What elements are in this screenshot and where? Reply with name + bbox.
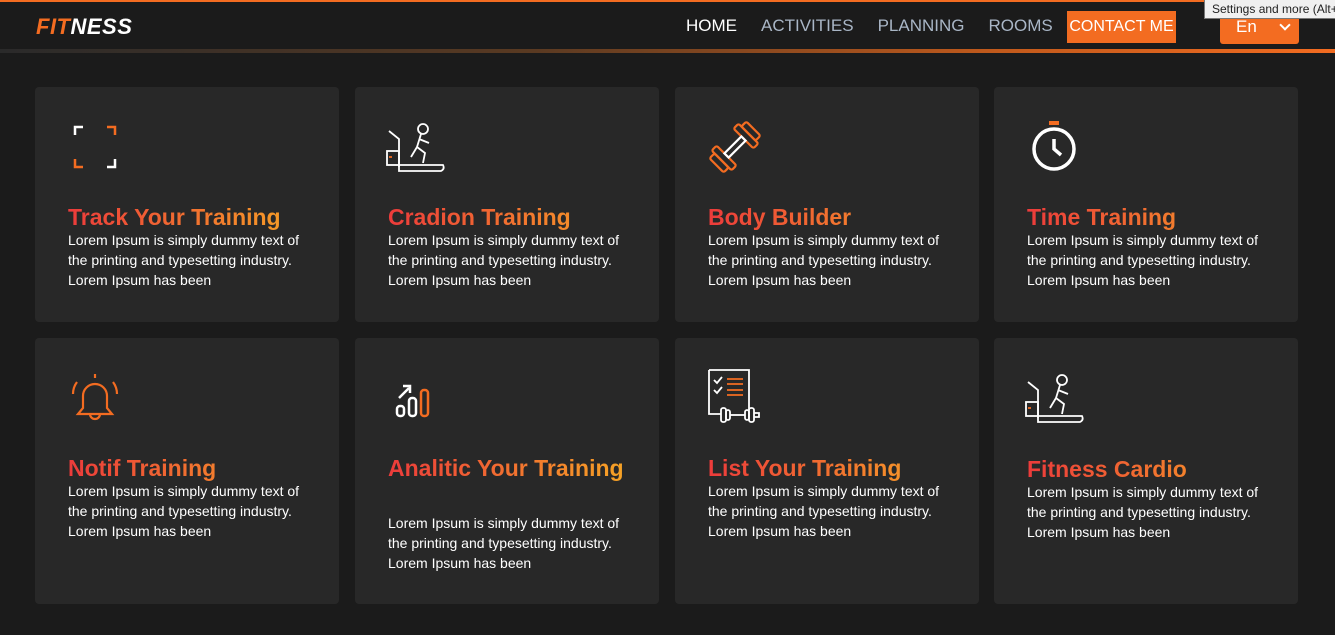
treadmill-icon xyxy=(1024,368,1084,428)
nav-link-activities[interactable]: ACTIVITIES xyxy=(761,16,854,36)
navbar: FITNESS HOME ACTIVITIES PLANNING ROOMS C… xyxy=(0,2,1335,50)
navbar-bottom-border xyxy=(0,49,1335,53)
card-title: Fitness Cardio xyxy=(1027,453,1277,485)
feature-card[interactable]: Body Builder Lorem Ipsum is simply dummy… xyxy=(675,87,979,322)
chevron-down-icon xyxy=(1279,19,1291,31)
treadmill-icon xyxy=(385,117,445,177)
feature-card[interactable]: Notif Training Lorem Ipsum is simply dum… xyxy=(35,338,339,604)
card-text: Lorem Ipsum is simply dummy text of the … xyxy=(68,232,300,288)
feature-card[interactable]: Fitness Cardio Lorem Ipsum is simply dum… xyxy=(994,338,1298,604)
nav-link-home[interactable]: HOME xyxy=(686,16,737,36)
nav-link-planning[interactable]: PLANNING xyxy=(878,16,965,36)
feature-card[interactable]: Cradion Training Lorem Ipsum is simply d… xyxy=(355,87,659,322)
dumbbell-icon xyxy=(705,117,765,177)
card-title: Notif Training xyxy=(68,452,318,484)
feature-card[interactable]: List Your Training Lorem Ipsum is simply… xyxy=(675,338,979,604)
browser-tooltip: Settings and more (Alt+F) xyxy=(1204,0,1335,19)
feature-card[interactable]: Analitic Your Training Lorem Ipsum is si… xyxy=(355,338,659,604)
feature-card[interactable]: Time Training Lorem Ipsum is simply dumm… xyxy=(994,87,1298,322)
card-text: Lorem Ipsum is simply dummy text of the … xyxy=(1027,484,1259,540)
focus-frame-icon xyxy=(65,117,125,177)
checklist-dumbbell-icon xyxy=(705,368,765,428)
logo-part-fit: FIT xyxy=(36,14,71,39)
bell-icon xyxy=(65,368,125,428)
language-value: En xyxy=(1236,17,1257,36)
nav-links: HOME ACTIVITIES PLANNING ROOMS xyxy=(686,16,1077,36)
logo-part-ness: NESS xyxy=(70,14,133,39)
contact-me-button[interactable]: CONTACT ME xyxy=(1067,11,1176,43)
card-title: Cradion Training xyxy=(388,201,638,233)
card-title: Analitic Your Training xyxy=(388,452,638,484)
feature-card[interactable]: Track Your Training Lorem Ipsum is simpl… xyxy=(35,87,339,322)
card-title: List Your Training xyxy=(708,452,958,484)
analytics-icon xyxy=(385,368,445,428)
card-text: Lorem Ipsum is simply dummy text of the … xyxy=(708,232,940,288)
card-text: Lorem Ipsum is simply dummy text of the … xyxy=(1027,232,1259,288)
card-text: Lorem Ipsum is simply dummy text of the … xyxy=(388,515,620,571)
card-text: Lorem Ipsum is simply dummy text of the … xyxy=(388,232,620,288)
nav-link-rooms[interactable]: ROOMS xyxy=(989,16,1053,36)
card-title: Track Your Training xyxy=(68,201,318,233)
card-title: Body Builder xyxy=(708,201,958,233)
stopwatch-icon xyxy=(1024,117,1084,177)
logo[interactable]: FITNESS xyxy=(36,14,132,40)
card-text: Lorem Ipsum is simply dummy text of the … xyxy=(68,483,300,539)
card-text: Lorem Ipsum is simply dummy text of the … xyxy=(708,483,940,539)
card-title: Time Training xyxy=(1027,201,1277,233)
